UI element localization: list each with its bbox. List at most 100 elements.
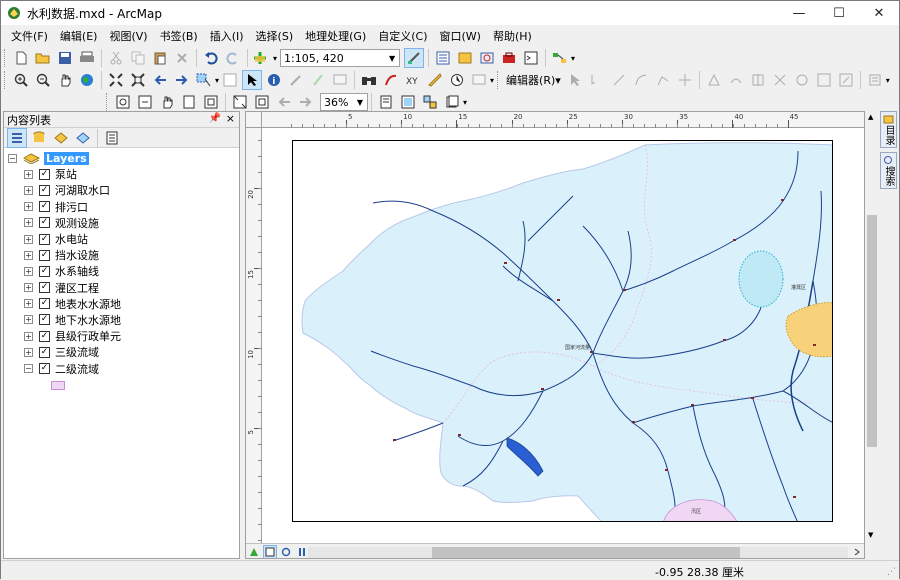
scroll-up-icon[interactable]: ▲ xyxy=(868,113,873,121)
expand-icon[interactable]: + xyxy=(24,347,33,357)
menu-insert[interactable]: 插入(I) xyxy=(204,28,250,44)
list-by-source-icon[interactable] xyxy=(29,128,49,148)
refresh-icon[interactable] xyxy=(279,545,293,558)
layer-visibility-checkbox[interactable]: ✓ xyxy=(39,201,50,213)
collapse-icon[interactable]: − xyxy=(24,364,33,374)
map-canvas[interactable]: 灌溉区 国家河流量 汛区 xyxy=(293,141,833,522)
close-button[interactable]: ✕ xyxy=(859,1,899,25)
layer-item[interactable]: + ✓ 河湖取水口 xyxy=(4,182,239,198)
layer-item[interactable]: − ✓ 二级流域 xyxy=(4,360,239,376)
paste-icon[interactable] xyxy=(150,48,170,68)
map-scale-combo[interactable]: 1:105, 420 ▼ xyxy=(280,49,401,67)
menu-bookmarks[interactable]: 书签(B) xyxy=(154,28,204,44)
edit-vertices-icon[interactable] xyxy=(704,70,724,90)
layout-zoom-in-icon[interactable] xyxy=(113,92,133,112)
expand-icon[interactable]: + xyxy=(24,315,33,325)
layer-name[interactable]: 县级行政单元 xyxy=(55,328,121,344)
data-driven-pages-icon[interactable] xyxy=(442,92,462,112)
menu-selection[interactable]: 选择(S) xyxy=(250,28,300,44)
go-forward-arrow-icon[interactable] xyxy=(172,70,192,90)
edit-tool-icon[interactable] xyxy=(565,70,585,90)
select-features-icon[interactable] xyxy=(194,70,214,90)
toc-options-icon[interactable] xyxy=(102,128,122,148)
layer-visibility-checkbox[interactable]: ✓ xyxy=(39,363,50,375)
menu-customize[interactable]: 自定义(C) xyxy=(372,28,433,44)
save-icon[interactable] xyxy=(55,48,75,68)
layer-item[interactable]: + ✓ 灌区工程 xyxy=(4,280,239,296)
expand-icon[interactable]: + xyxy=(24,202,33,212)
layer-name[interactable]: 观测设施 xyxy=(55,215,99,231)
layer-visibility-checkbox[interactable]: ✓ xyxy=(39,298,50,310)
list-by-selection-icon[interactable] xyxy=(73,128,93,148)
layer-visibility-checkbox[interactable]: ✓ xyxy=(39,184,50,196)
layer-item[interactable]: + ✓ 挡水设施 xyxy=(4,247,239,263)
menu-view[interactable]: 视图(V) xyxy=(103,28,153,44)
editor-menu[interactable]: 编辑器(R)▾ xyxy=(503,72,564,88)
search-tab[interactable]: 搜索 xyxy=(880,152,897,189)
redo-icon[interactable] xyxy=(223,48,243,68)
layer-name[interactable]: 地表水水源地 xyxy=(55,296,121,312)
find-route-icon[interactable] xyxy=(381,70,401,90)
toggle-draft-mode-icon[interactable] xyxy=(376,92,396,112)
horizontal-scrollbar[interactable] xyxy=(308,547,848,558)
layout-pan-icon[interactable] xyxy=(157,92,177,112)
polygon-symbol-swatch[interactable] xyxy=(51,380,65,390)
expand-icon[interactable]: + xyxy=(24,266,33,276)
layer-item[interactable]: + ✓ 三级流域 xyxy=(4,344,239,360)
layer-item[interactable]: + ✓ 地下水水源地 xyxy=(4,312,239,328)
data-frame-name[interactable]: Layers xyxy=(44,151,89,165)
create-features-icon[interactable] xyxy=(865,70,885,90)
menu-help[interactable]: 帮助(H) xyxy=(487,28,538,44)
vertical-scroll-thumb[interactable] xyxy=(867,215,877,447)
layer-name[interactable]: 灌区工程 xyxy=(55,280,99,296)
chevron-down-icon[interactable]: ▼ xyxy=(353,94,367,110)
horizontal-scroll-thumb[interactable] xyxy=(432,547,740,558)
layer-visibility-checkbox[interactable]: ✓ xyxy=(39,233,50,245)
toc-window-icon[interactable] xyxy=(433,48,453,68)
html-popup-window-icon[interactable] xyxy=(330,70,350,90)
layer-item[interactable]: + ✓ 排污口 xyxy=(4,199,239,215)
resize-grip-icon[interactable]: ⋰ xyxy=(887,567,896,577)
zoom-whole-page-icon[interactable] xyxy=(179,92,199,112)
expand-icon[interactable]: + xyxy=(24,331,33,341)
search-window-icon[interactable] xyxy=(477,48,497,68)
layer-item[interactable]: + ✓ 地表水水源地 xyxy=(4,296,239,312)
layer-item[interactable]: + ✓ 观测设施 xyxy=(4,215,239,231)
layer-name[interactable]: 挡水设施 xyxy=(55,247,99,263)
list-by-drawing-order-icon[interactable] xyxy=(7,127,27,148)
rotate-icon[interactable] xyxy=(792,70,812,90)
menu-file[interactable]: 文件(F) xyxy=(5,28,54,44)
delete-icon[interactable] xyxy=(172,48,192,68)
layer-item[interactable]: + ✓ 水系轴线 xyxy=(4,263,239,279)
reshape-icon[interactable] xyxy=(726,70,746,90)
measure-icon[interactable] xyxy=(425,70,445,90)
vertical-scrollbar[interactable]: ▲ ▼ xyxy=(865,111,879,559)
toc-close-icon[interactable]: × xyxy=(226,112,235,125)
expand-icon[interactable]: + xyxy=(24,283,33,293)
arctoolbox-icon[interactable] xyxy=(499,48,519,68)
html-popup-icon[interactable] xyxy=(286,70,306,90)
layer-name[interactable]: 三级流域 xyxy=(55,344,99,360)
end-point-arc-icon[interactable] xyxy=(631,70,651,90)
data-view-icon[interactable] xyxy=(247,545,261,558)
focus-data-frame-icon[interactable] xyxy=(398,92,418,112)
pause-drawing-icon[interactable] xyxy=(295,545,309,558)
chevron-down-icon[interactable]: ▼ xyxy=(385,50,399,66)
identify-info-icon[interactable]: i xyxy=(264,70,284,90)
go-back-arrow-icon[interactable] xyxy=(150,70,170,90)
layer-name[interactable]: 水系轴线 xyxy=(55,263,99,279)
pin-icon[interactable]: 📌 xyxy=(209,113,221,124)
layer-visibility-checkbox[interactable]: ✓ xyxy=(39,314,50,326)
layer-name[interactable]: 二级流域 xyxy=(55,361,99,377)
layer-visibility-checkbox[interactable]: ✓ xyxy=(39,346,50,358)
fixed-zoom-in-layout-icon[interactable] xyxy=(230,92,250,112)
layer-name[interactable]: 地下水水源地 xyxy=(55,312,121,328)
expand-icon[interactable]: + xyxy=(24,250,33,260)
pan-hand-icon[interactable] xyxy=(55,70,75,90)
open-folder-icon[interactable] xyxy=(33,48,53,68)
sketch-properties-icon[interactable] xyxy=(836,70,856,90)
viewer-window-icon[interactable] xyxy=(469,70,489,90)
goto-xy-icon[interactable]: XY xyxy=(403,70,423,90)
trace-icon[interactable] xyxy=(653,70,673,90)
catalog-tab[interactable]: 目录 xyxy=(880,111,897,148)
